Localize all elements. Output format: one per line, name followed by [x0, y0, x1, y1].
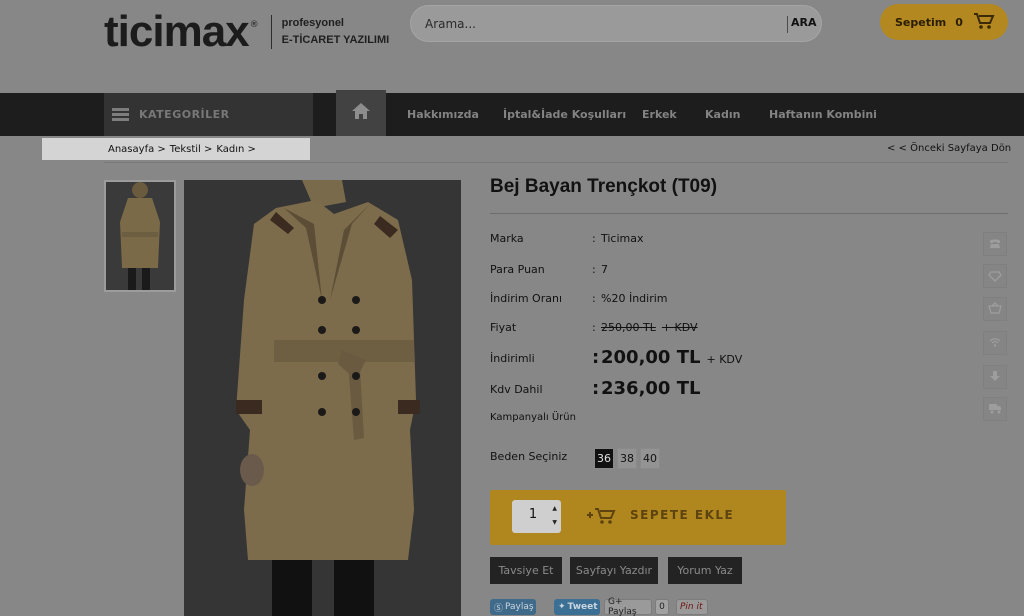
- breadcrumb-tekstil[interactable]: Tekstil >: [170, 144, 213, 155]
- nav-item-haftanin-kombini[interactable]: Haftanın Kombini: [769, 93, 877, 136]
- diamond-icon: [988, 267, 1002, 286]
- discount-rate-colon: :: [592, 292, 596, 305]
- old-price: 250,00 TL + KDV: [601, 321, 698, 334]
- vat-included-colon: :: [592, 378, 600, 399]
- price-colon: :: [592, 321, 596, 334]
- product-thumbnail[interactable]: [104, 180, 176, 292]
- skype-share-label: Paylaş: [505, 602, 534, 612]
- shopping-cart-icon: [973, 12, 995, 34]
- logo-tagline: profesyonel E-TİCARET YAZILIMI: [282, 15, 390, 49]
- points-label: Para Puan: [490, 263, 545, 276]
- download-icon: [988, 368, 1002, 387]
- size-option-40[interactable]: 40: [640, 448, 660, 469]
- cart-button[interactable]: Sepetim 0: [880, 4, 1008, 40]
- side-favorite-button[interactable]: [983, 264, 1007, 288]
- discounted-price-label: İndirimli: [490, 352, 535, 365]
- logo-registered-mark: ®: [249, 20, 259, 30]
- logo-tagline-line2: E-TİCARET YAZILIMI: [281, 34, 390, 46]
- search-box: ARA: [410, 5, 822, 42]
- truck-icon: [988, 400, 1002, 419]
- quantity-down-icon[interactable]: ▼: [552, 519, 557, 526]
- nav-item-erkek[interactable]: Erkek: [642, 93, 677, 136]
- size-options: 36 38 40: [594, 448, 660, 469]
- vat-included-label: Kdv Dahil: [490, 383, 543, 396]
- discount-rate-label: İndirim Oranı: [490, 292, 562, 305]
- recommend-button[interactable]: Tavsiye Et: [490, 557, 562, 584]
- home-button[interactable]: [336, 90, 386, 136]
- add-to-cart-button[interactable]: SEPETE EKLE: [630, 508, 734, 522]
- size-select-label: Beden Seçiniz: [490, 450, 568, 463]
- nav-item-kadin[interactable]: Kadın: [705, 93, 740, 136]
- side-wireless-button[interactable]: [983, 331, 1007, 355]
- search-button[interactable]: ARA: [791, 16, 817, 29]
- quantity-stepper: ▲ ▼: [512, 500, 561, 533]
- skype-icon: Ⓢ: [494, 603, 504, 614]
- discounted-price-value: 200,00 TL: [601, 347, 701, 368]
- side-shipping-button[interactable]: [983, 397, 1007, 421]
- main-navigation: KATEGORİLER Hakkımızda İptal&İade Koşull…: [0, 90, 1024, 136]
- vat-included-price: 236,00 TL: [601, 378, 701, 399]
- discounted-price-colon: :: [592, 347, 600, 368]
- title-divider: [490, 213, 1008, 214]
- logo-tagline-line1: profesyonel: [281, 17, 344, 29]
- basket-icon: [988, 300, 1002, 319]
- price-label: Fiyat: [490, 321, 517, 334]
- divider-line: [104, 162, 1008, 163]
- points-value: 7: [601, 263, 608, 276]
- brand-value[interactable]: Ticimax: [601, 232, 644, 245]
- logo-text: ticimax: [104, 7, 250, 56]
- write-review-button[interactable]: Yorum Yaz: [668, 557, 742, 584]
- skype-share-button[interactable]: Ⓢ Paylaş: [490, 599, 536, 615]
- nav-item-hakkimizda[interactable]: Hakkımızda: [407, 93, 479, 136]
- search-input[interactable]: [425, 14, 775, 34]
- old-price-value: 250,00 TL: [601, 321, 656, 334]
- side-download-button[interactable]: [983, 365, 1007, 389]
- twitter-icon: ✦: [558, 602, 566, 612]
- search-divider: [787, 16, 788, 33]
- back-link[interactable]: < < Önceki Sayfaya Dön: [887, 143, 1011, 154]
- add-cart-icon[interactable]: [586, 506, 618, 530]
- quantity-up-icon[interactable]: ▲: [552, 505, 557, 512]
- quantity-input[interactable]: [518, 507, 548, 522]
- logo[interactable]: ticimax ® profesyonel E-TİCARET YAZILIMI: [104, 10, 389, 54]
- wifi-icon: [988, 334, 1002, 353]
- print-page-button[interactable]: Sayfayı Yazdır: [570, 557, 658, 584]
- side-phone-button[interactable]: [983, 232, 1007, 256]
- size-option-38[interactable]: 38: [617, 448, 637, 469]
- pinterest-button[interactable]: Pin it: [676, 599, 708, 615]
- google-plus-share-button[interactable]: G+ Paylaş: [604, 597, 652, 616]
- cart-count: 0: [955, 15, 963, 29]
- product-main-image[interactable]: [184, 180, 461, 616]
- breadcrumb: Anasayfa > Tekstil > Kadın >: [42, 138, 310, 160]
- tweet-label: Tweet: [567, 602, 598, 612]
- add-to-cart-panel: ▲ ▼ SEPETE EKLE: [490, 490, 786, 545]
- side-basket-button[interactable]: [983, 297, 1007, 321]
- brand-label: Marka: [490, 232, 524, 245]
- cart-label: Sepetim: [895, 15, 947, 29]
- google-plus-count: 0: [655, 599, 669, 615]
- home-icon: [351, 102, 371, 124]
- size-option-36[interactable]: 36: [594, 448, 614, 469]
- tweet-button[interactable]: ✦ Tweet: [554, 599, 600, 615]
- old-price-kdv: + KDV: [661, 321, 698, 334]
- product-title: Bej Bayan Trençkot (T09): [490, 176, 718, 197]
- points-colon: :: [592, 263, 596, 276]
- brand-colon: :: [592, 232, 596, 245]
- discount-rate-value: %20 İndirim: [601, 292, 668, 305]
- logo-separator: [270, 15, 272, 49]
- hamburger-icon: [112, 108, 129, 121]
- discounted-price-kdv: + KDV: [706, 353, 743, 366]
- breadcrumb-home[interactable]: Anasayfa >: [108, 144, 166, 155]
- campaign-label: Kampanyalı Ürün: [490, 412, 576, 423]
- categories-menu-button[interactable]: KATEGORİLER: [104, 93, 313, 136]
- discounted-price: 200,00 TL + KDV: [601, 347, 742, 368]
- breadcrumb-kadin[interactable]: Kadın >: [216, 144, 256, 155]
- nav-item-iptal-iade[interactable]: İptal&İade Koşulları: [503, 93, 626, 136]
- categories-label: KATEGORİLER: [139, 108, 230, 121]
- phone-icon: [988, 235, 1002, 254]
